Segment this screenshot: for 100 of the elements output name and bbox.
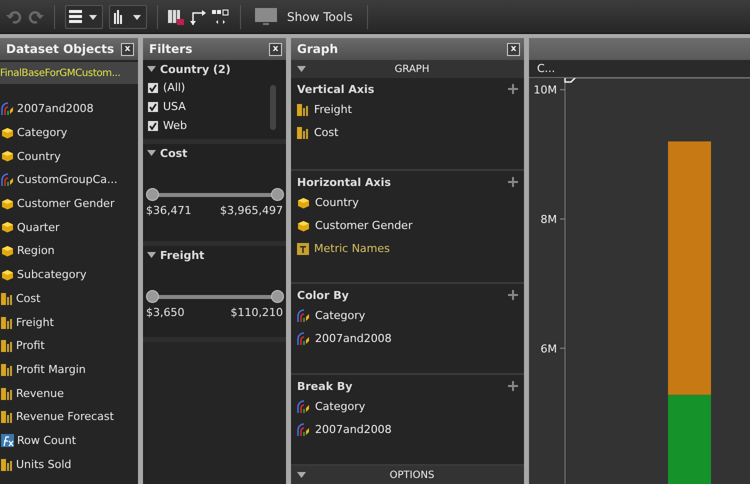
axis-tick-label: 6M [540,342,557,356]
dataset-object-item[interactable]: Country [0,144,138,168]
drop-zone-item[interactable]: Country [297,191,518,214]
show-tools-button[interactable]: Show Tools [251,8,357,26]
swap-axes-button[interactable] [190,8,206,24]
marker-icon [564,78,576,83]
collapse-triangle-icon[interactable] [297,472,306,478]
dataset-object-item[interactable]: 2007and2008 [0,97,138,121]
range-max: $110,210 [230,306,283,319]
metric-bars-icon [1,410,13,424]
rainbow-arcs-icon [1,173,14,186]
dataset-object-item[interactable]: Region [0,239,138,263]
filter-title: Freight [160,248,204,262]
rainbow-arcs-icon [1,102,14,116]
panel-title: Graph [297,42,338,56]
metric-bars-icon [1,362,13,376]
slider-thumb[interactable] [271,188,284,201]
drop-zone-title: Color By [297,288,349,302]
collapse-triangle-icon[interactable] [147,252,156,258]
drop-zone-item[interactable]: Metric Names [297,237,518,260]
dataset-object-item[interactable]: Row Count [0,428,138,452]
dataset-object-item[interactable]: Freight [0,310,138,334]
dataset-object-item[interactable]: Customer Gender [0,192,138,216]
range-min: $3,650 [146,306,184,319]
delete-column-button[interactable] [168,8,184,24]
cube-icon [1,126,14,139]
panel-title: Dataset Objects [6,42,114,56]
filter-title: Cost [160,146,188,160]
add-button[interactable] [508,288,518,302]
drop-zone-item[interactable]: Customer Gender [297,214,518,237]
collapse-triangle-icon[interactable] [147,66,156,72]
cube-icon [1,244,14,257]
slider-thumb[interactable] [146,290,159,303]
metric-bars-icon [297,103,309,116]
axis-tick-label: 10M [534,84,557,97]
slider-thumb[interactable] [146,188,159,201]
rainbow-arcs-icon [297,309,310,322]
drop-zone-item[interactable]: Category [297,304,518,327]
range-max: $3,965,497 [220,204,283,217]
add-button[interactable] [508,378,518,394]
dataset-object-item[interactable]: Subcategory [0,262,138,286]
drop-zone-item[interactable]: Cost [297,121,518,144]
metric-bars-icon [1,458,13,471]
dataset-object-item[interactable]: Units Sold [0,452,138,476]
close-button[interactable]: x [269,42,282,56]
scrollbar[interactable] [270,85,276,130]
add-button[interactable] [508,174,518,190]
collapse-triangle-icon[interactable] [297,66,306,72]
dataset-object-item[interactable]: Category [0,120,138,144]
checkbox-label: Web [163,119,187,132]
add-chart-button[interactable] [109,4,147,28]
checkbox-label: USA [163,100,186,113]
drop-zone-item[interactable]: 2007and2008 [297,327,518,350]
cube-icon [1,221,14,234]
metric-bars-icon [297,126,309,139]
collapse-triangle-icon[interactable] [147,150,156,156]
dataset-object-item[interactable]: Cost [0,286,138,310]
text-t-icon [297,242,309,254]
cube-icon [297,196,310,208]
rainbow-arcs-icon [297,332,310,345]
column-label: C... [537,62,556,75]
dataset-object-item[interactable]: CustomGroupCa... [0,168,138,192]
drop-zone-item[interactable]: 2007and2008 [297,418,518,441]
cube-icon [1,198,14,210]
checkbox[interactable] [148,102,158,112]
axis-tick-label: 8M [540,212,557,226]
rainbow-arcs-icon [297,400,310,413]
checkbox[interactable] [148,120,158,130]
fx-icon [1,434,14,447]
rainbow-arcs-icon [297,423,310,436]
filter-title: Country (2) [160,62,231,76]
section-header: OPTIONS [388,470,436,480]
metric-bars-icon [1,292,13,305]
close-button[interactable]: x [507,42,520,56]
section-header: GRAPH [394,64,430,74]
dataset-object-item[interactable]: Quarter [0,215,138,240]
drop-zone-item[interactable]: Freight [297,98,518,121]
dataset-object-item[interactable]: FinalBaseForGMCustom... [0,62,138,84]
monitor-icon [255,8,277,26]
cube-icon [1,268,14,281]
drop-zone-title: Vertical Axis [297,82,374,96]
checkbox-label: (All) [163,81,186,94]
cube-icon [297,220,310,232]
dataset-object-item[interactable]: Profit [0,334,138,358]
add-dataset-button[interactable] [65,4,103,28]
range-min: $36,471 [146,204,192,217]
dataset-object-item[interactable]: Revenue Forecast [0,404,138,429]
dataset-object-item[interactable]: Profit Margin [0,358,138,382]
slider-thumb[interactable] [271,290,284,303]
checkbox[interactable] [148,82,158,92]
panel-title: Filters [149,42,192,56]
dataset-object-item[interactable]: Revenue [0,381,138,405]
add-button[interactable] [508,82,518,96]
drop-zone-title: Horizontal Axis [297,176,391,188]
drop-zone-item[interactable]: Category [297,395,518,418]
cube-icon [1,150,14,162]
close-button[interactable]: x [121,42,134,56]
layout-button[interactable] [212,8,230,24]
drop-zone-title: Break By [297,380,352,392]
metric-bars-icon [1,386,13,400]
